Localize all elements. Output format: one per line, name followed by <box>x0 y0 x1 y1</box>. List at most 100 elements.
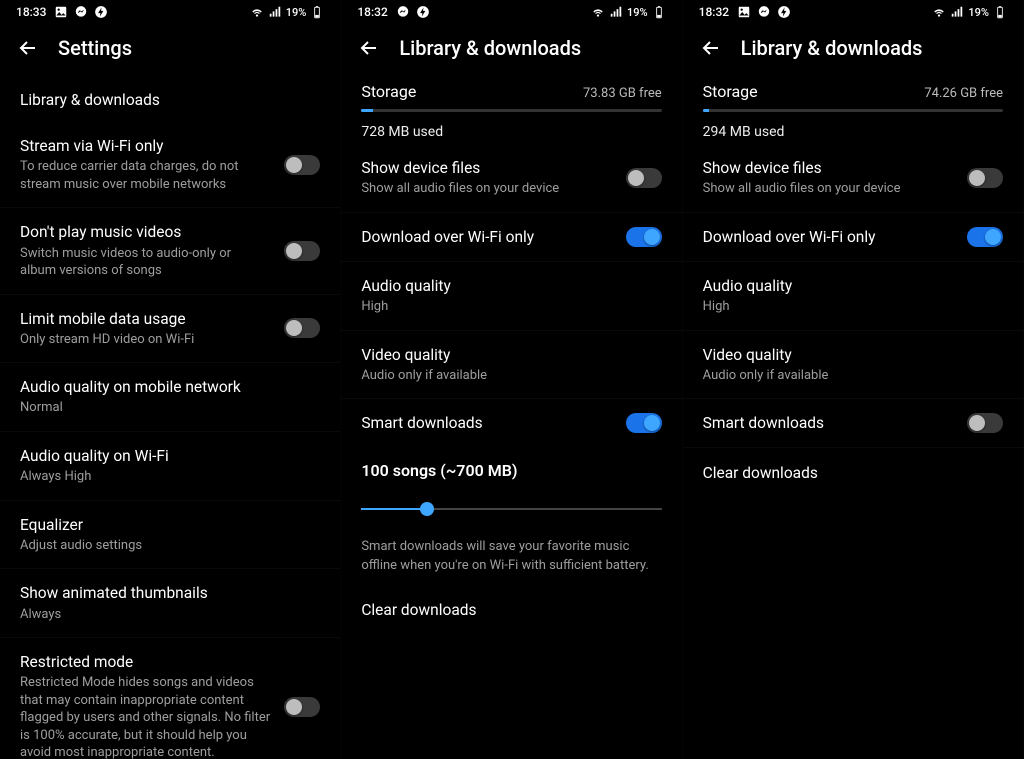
storage-free: 73.83 GB free <box>583 86 662 101</box>
arrow-left-icon <box>699 36 723 60</box>
status-bar: 18:33 19% <box>0 0 340 24</box>
row-label: Video quality <box>703 345 1003 365</box>
smart-downloads-slider[interactable] <box>361 502 661 516</box>
row-audio-quality[interactable]: Audio quality High <box>683 262 1023 331</box>
storage-bar <box>361 109 661 112</box>
settings-body: Library & downloads Stream via Wi-Fi onl… <box>0 72 340 759</box>
toggle-smart-downloads[interactable] <box>967 413 1003 433</box>
row-audio-quality[interactable]: Audio quality High <box>341 262 681 331</box>
screen-library-downloads-b: 18:32 19% Library & downloads Storage 74… <box>683 0 1024 759</box>
row-sub: Only stream HD video on Wi-Fi <box>20 331 270 349</box>
battery-pct: 19% <box>627 6 648 19</box>
row-audio-quality-mobile[interactable]: Audio quality on mobile network Normal <box>0 363 340 432</box>
row-video-quality[interactable]: Video quality Audio only if available <box>683 331 1023 400</box>
row-label: Don't play music videos <box>20 222 270 242</box>
row-label: Equalizer <box>20 515 320 535</box>
section-library-downloads[interactable]: Library & downloads <box>0 72 340 122</box>
bolt-icon <box>416 5 430 19</box>
row-smart-downloads[interactable]: Smart downloads <box>341 399 681 447</box>
row-sub: To reduce carrier data charges, do not s… <box>20 158 270 193</box>
row-label: Audio quality <box>703 276 1003 296</box>
row-clear-downloads[interactable]: Clear downloads <box>683 448 1023 498</box>
signal-icon <box>268 5 282 19</box>
row-label: Show device files <box>703 158 953 178</box>
appbar: Library & downloads <box>683 24 1023 72</box>
toggle-stream-wifi[interactable] <box>284 155 320 175</box>
toggle-limit-mobile[interactable] <box>284 318 320 338</box>
row-sub: Switch music videos to audio-only or alb… <box>20 245 270 280</box>
toggle-download-wifi[interactable] <box>626 227 662 247</box>
row-dont-play-videos[interactable]: Don't play music videos Switch music vid… <box>0 208 340 294</box>
page-title: Library & downloads <box>399 36 581 60</box>
bolt-icon <box>777 5 791 19</box>
page-title: Library & downloads <box>741 36 923 60</box>
status-right: 19% <box>250 5 325 19</box>
row-label: Clear downloads <box>703 464 818 482</box>
row-label: Clear downloads <box>361 601 476 619</box>
storage-used: 294 MB used <box>703 124 1003 140</box>
toggle-dont-play-videos[interactable] <box>284 241 320 261</box>
smart-downloads-slider-block: 100 songs (~700 MB) Smart downloads will… <box>341 447 681 584</box>
row-video-quality[interactable]: Video quality Audio only if available <box>341 331 681 400</box>
row-equalizer[interactable]: Equalizer Adjust audio settings <box>0 501 340 570</box>
storage-block: Storage 73.83 GB free 728 MB used <box>341 72 681 144</box>
row-sub: Restricted Mode hides songs and videos t… <box>20 674 270 759</box>
signal-icon <box>950 5 964 19</box>
storage-bar <box>703 109 1003 112</box>
row-sub: Always <box>20 606 320 624</box>
status-right: 19% <box>591 5 666 19</box>
row-show-device-files[interactable]: Show device files Show all audio files o… <box>341 144 681 213</box>
row-sub: High <box>361 298 661 316</box>
row-label: Audio quality on Wi-Fi <box>20 446 320 466</box>
storage-block: Storage 74.26 GB free 294 MB used <box>683 72 1023 144</box>
status-right: 19% <box>932 5 1007 19</box>
row-restricted-mode[interactable]: Restricted mode Restricted Mode hides so… <box>0 638 340 759</box>
toggle-show-device-files[interactable] <box>967 168 1003 188</box>
row-download-wifi-only[interactable]: Download over Wi-Fi only <box>683 213 1023 262</box>
battery-pct: 19% <box>286 6 307 19</box>
wifi-icon <box>932 5 946 19</box>
battery-pct: 19% <box>968 6 989 19</box>
row-limit-mobile-data[interactable]: Limit mobile data usage Only stream HD v… <box>0 295 340 364</box>
signal-icon <box>609 5 623 19</box>
row-label: Stream via Wi-Fi only <box>20 136 270 156</box>
toggle-smart-downloads[interactable] <box>626 413 662 433</box>
row-sub: High <box>703 298 1003 316</box>
row-label: Show device files <box>361 158 611 178</box>
row-audio-quality-wifi[interactable]: Audio quality on Wi-Fi Always High <box>0 432 340 501</box>
row-download-wifi-only[interactable]: Download over Wi-Fi only <box>341 213 681 262</box>
row-clear-downloads[interactable]: Clear downloads <box>341 585 681 635</box>
storage-fill <box>361 109 373 112</box>
storage-free: 74.26 GB free <box>924 86 1003 101</box>
appbar: Settings <box>0 24 340 72</box>
library-body: Storage 73.83 GB free 728 MB used Show d… <box>341 72 681 759</box>
row-show-device-files[interactable]: Show device files Show all audio files o… <box>683 144 1023 213</box>
messenger-icon <box>74 5 88 19</box>
storage-title: Storage <box>361 82 416 101</box>
messenger-icon <box>396 5 410 19</box>
row-label: Audio quality on mobile network <box>20 377 320 397</box>
screen-settings: 18:33 19% Settings Library & downloads S… <box>0 0 341 759</box>
row-stream-wifi-only[interactable]: Stream via Wi-Fi only To reduce carrier … <box>0 122 340 208</box>
arrow-left-icon <box>16 36 40 60</box>
row-sub: Normal <box>20 399 320 417</box>
toggle-restricted[interactable] <box>284 697 320 717</box>
screen-library-downloads-a: 18:32 19% Library & downloads Storage 73… <box>341 0 682 759</box>
row-label: Show animated thumbnails <box>20 583 320 603</box>
row-animated-thumbnails[interactable]: Show animated thumbnails Always <box>0 569 340 638</box>
status-left: 18:33 <box>16 5 108 19</box>
battery-icon <box>652 5 666 19</box>
back-button[interactable] <box>357 36 381 60</box>
arrow-left-icon <box>357 36 381 60</box>
row-smart-downloads[interactable]: Smart downloads <box>683 399 1023 448</box>
back-button[interactable] <box>16 36 40 60</box>
row-label: Smart downloads <box>703 413 953 433</box>
library-body: Storage 74.26 GB free 294 MB used Show d… <box>683 72 1023 759</box>
row-sub: Audio only if available <box>361 367 661 385</box>
row-label: Smart downloads <box>361 413 611 433</box>
back-button[interactable] <box>699 36 723 60</box>
row-label: Download over Wi-Fi only <box>361 227 611 247</box>
toggle-show-device-files[interactable] <box>626 168 662 188</box>
status-left: 18:32 <box>699 5 791 19</box>
toggle-download-wifi[interactable] <box>967 227 1003 247</box>
